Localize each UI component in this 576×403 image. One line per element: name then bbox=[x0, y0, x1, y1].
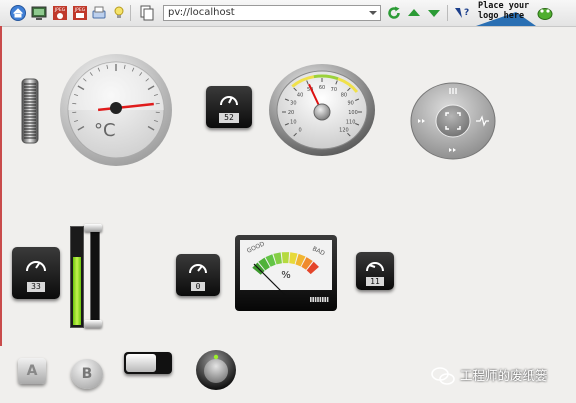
gauge-icon bbox=[220, 96, 238, 106]
svg-text:JPEG: JPEG bbox=[74, 7, 86, 13]
speed-gauge-tick-label: 80 bbox=[341, 92, 347, 98]
led-indicator bbox=[213, 354, 219, 360]
vu-unit: % bbox=[281, 270, 291, 281]
thumbwheel-control[interactable] bbox=[20, 78, 40, 144]
thermometer-unit: °C bbox=[94, 120, 116, 141]
toolbar-divider bbox=[447, 5, 448, 21]
image-icon[interactable]: JPEG bbox=[71, 4, 89, 22]
speed-gauge-tick-label: 110 bbox=[346, 120, 356, 126]
speed-gauge-tick-label: 10 bbox=[290, 120, 296, 126]
camera-icon[interactable]: JPEG bbox=[51, 4, 69, 22]
reverse-gauge-icon bbox=[366, 262, 384, 272]
vu-led bbox=[319, 297, 322, 302]
watermark: 工程师的废纸篓 bbox=[430, 366, 570, 386]
digital-gauge: 11 bbox=[356, 252, 394, 290]
vu-led bbox=[322, 297, 324, 302]
speed-gauge-tick-label: 100 bbox=[348, 110, 358, 116]
vu-led bbox=[317, 297, 319, 302]
vu-meter-segment bbox=[281, 252, 290, 264]
level-tank bbox=[70, 226, 84, 328]
speed-gauge-tick-label: 120 bbox=[339, 128, 349, 134]
speed-gauge-tick-label: 40 bbox=[297, 92, 303, 98]
slider-track[interactable] bbox=[90, 228, 100, 328]
print-icon[interactable] bbox=[90, 4, 108, 22]
refresh-icon[interactable] bbox=[385, 4, 403, 22]
vu-led bbox=[314, 297, 317, 302]
digital-gauge-value: 52 bbox=[219, 113, 239, 123]
knob-inner bbox=[204, 359, 228, 383]
speed-gauge-hub bbox=[313, 103, 331, 121]
digital-gauge-value: 11 bbox=[366, 277, 384, 286]
svg-text:JPEG: JPEG bbox=[54, 7, 66, 13]
digital-gauge: 52 bbox=[206, 86, 252, 128]
digital-gauge-value: 33 bbox=[27, 282, 45, 292]
logo-text: Place your logo here bbox=[478, 1, 530, 21]
speed-gauge-tick-label: 90 bbox=[347, 100, 353, 106]
vu-led bbox=[326, 297, 329, 302]
wechat-icon bbox=[431, 367, 455, 385]
address-text: pv://localhost bbox=[168, 7, 235, 18]
down-arrow-icon[interactable] bbox=[425, 4, 443, 22]
vu-led bbox=[310, 297, 312, 302]
button-a[interactable]: A bbox=[18, 358, 46, 384]
button-b[interactable]: B bbox=[71, 359, 103, 389]
digital-gauge-value: 0 bbox=[191, 282, 205, 291]
speed-gauge-tick-label: 70 bbox=[331, 87, 337, 93]
screen-icon[interactable] bbox=[30, 4, 48, 22]
speed-gauge-tick-label: 20 bbox=[288, 110, 294, 116]
lightbulb-icon[interactable] bbox=[110, 4, 128, 22]
up-arrow-icon[interactable] bbox=[405, 4, 423, 22]
gauge-icon bbox=[26, 261, 46, 272]
slider-cap-bottom[interactable] bbox=[84, 320, 102, 328]
window-edge bbox=[0, 26, 2, 346]
indicator-knob[interactable] bbox=[193, 347, 239, 391]
copy-icon[interactable] bbox=[138, 4, 156, 22]
thermometer-pivot bbox=[110, 102, 122, 114]
gauge-icon bbox=[189, 264, 207, 274]
home-icon[interactable] bbox=[9, 4, 27, 22]
toolbar: JPEG JPEG pv://localhost ? Place your lo… bbox=[0, 0, 576, 27]
speed-gauge-tick-label: 0 bbox=[298, 128, 301, 134]
chevron-down-icon[interactable] bbox=[367, 7, 379, 19]
level-slider[interactable] bbox=[66, 224, 106, 330]
toolbar-divider bbox=[130, 5, 131, 21]
frog-icon[interactable] bbox=[536, 4, 554, 22]
address-field[interactable]: pv://localhost bbox=[163, 5, 381, 21]
speed-gauge: 01020304050 60 708090100110120 bbox=[269, 64, 375, 156]
help-icon[interactable]: ? bbox=[452, 4, 470, 22]
toggle-switch-knob[interactable] bbox=[126, 354, 156, 372]
digital-gauge: 33 bbox=[12, 247, 60, 299]
vu-led bbox=[324, 297, 326, 302]
slider-cap-top[interactable] bbox=[84, 224, 102, 232]
vu-led bbox=[312, 297, 314, 302]
speed-gauge-tick-label: 60 bbox=[319, 85, 325, 91]
vu-meter: GOOD BAD % bbox=[235, 235, 337, 311]
level-fill bbox=[73, 257, 81, 325]
digital-gauge: 0 bbox=[176, 254, 220, 296]
toggle-switch[interactable] bbox=[124, 352, 172, 374]
watermark-text: 工程师的废纸篓 bbox=[460, 368, 548, 383]
thermometer-gauge: °C bbox=[60, 54, 172, 166]
navigation-pad[interactable] bbox=[410, 82, 496, 160]
svg-text:?: ? bbox=[464, 8, 469, 18]
speed-gauge-tick-label: 30 bbox=[290, 100, 296, 106]
navigation-pad-center[interactable] bbox=[435, 104, 471, 138]
